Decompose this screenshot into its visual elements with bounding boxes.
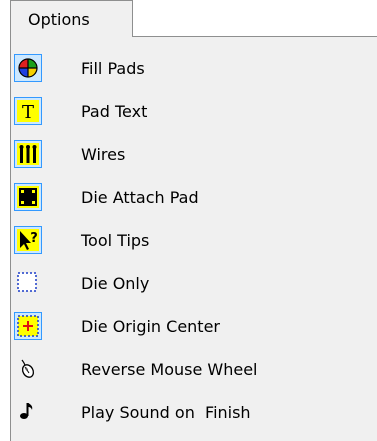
menu-item-play-sound-on-finish[interactable]: Play Sound on Finish	[11, 393, 377, 433]
pad-text-icon: T	[14, 97, 42, 125]
menu-item-fill-pads[interactable]: Fill Pads	[11, 49, 377, 89]
menu-item-label: Pad Text	[81, 102, 148, 121]
menu-item-die-attach-pad[interactable]: Die Attach Pad	[11, 178, 377, 218]
options-menu-title: Options	[28, 10, 90, 29]
menu-item-die-origin-center[interactable]: Die Origin Center	[11, 307, 377, 347]
wires-icon	[14, 140, 42, 168]
music-note-icon	[14, 398, 42, 426]
menu-item-tool-tips[interactable]: ? Tool Tips	[11, 221, 377, 261]
die-only-icon	[14, 269, 42, 297]
svg-text:T: T	[22, 102, 34, 122]
options-menu-tab[interactable]: Options	[10, 0, 133, 37]
fill-pads-icon	[14, 54, 42, 82]
menu-item-label: Die Attach Pad	[81, 188, 199, 207]
tool-tips-icon: ?	[14, 226, 42, 254]
die-origin-center-icon	[14, 312, 42, 340]
menu-item-label: Reverse Mouse Wheel	[81, 360, 258, 379]
menu-item-reverse-mouse-wheel[interactable]: Reverse Mouse Wheel	[11, 350, 377, 390]
tab-divider	[11, 36, 132, 37]
svg-text:?: ?	[30, 231, 38, 246]
menu-item-label: Die Only	[81, 274, 150, 293]
options-dropdown: Fill Pads T Pad Text Wires Die Attach Pa…	[10, 36, 377, 441]
mouse-icon	[14, 355, 42, 383]
die-attach-pad-icon	[14, 183, 42, 211]
menu-item-label: Die Origin Center	[81, 317, 220, 336]
menu-item-label: Fill Pads	[81, 59, 145, 78]
menu-item-label: Tool Tips	[81, 231, 150, 250]
menu-item-label: Play Sound on Finish	[81, 403, 251, 422]
menu-item-pad-text[interactable]: T Pad Text	[11, 92, 377, 132]
menu-item-label: Wires	[81, 145, 126, 164]
menu-item-die-only[interactable]: Die Only	[11, 264, 377, 304]
menu-item-wires[interactable]: Wires	[11, 135, 377, 175]
